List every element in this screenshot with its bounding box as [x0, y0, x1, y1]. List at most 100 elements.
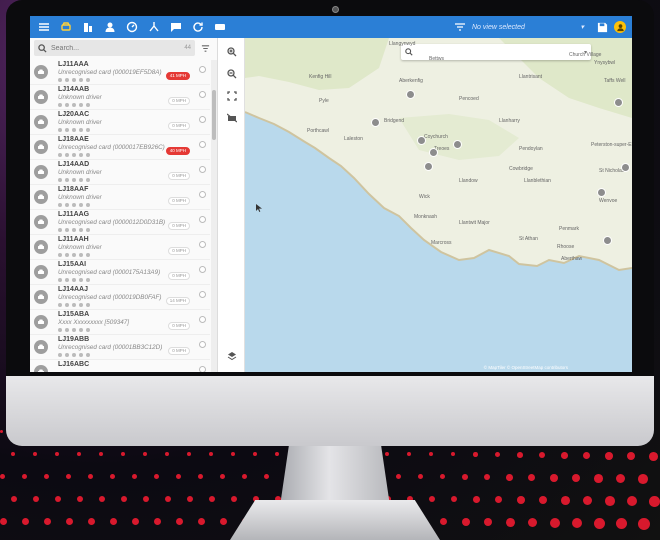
scrollbar-thumb[interactable]	[212, 90, 216, 140]
view-selector-dropdown[interactable]: No view selected ▾	[468, 19, 588, 35]
fit-bounds-button[interactable]	[224, 88, 240, 104]
zoom-out-button[interactable]	[224, 66, 240, 82]
vehicle-list-item[interactable]: LJ18AAF Unknown driver 0 MPH	[30, 185, 210, 210]
vehicle-select-radio[interactable]	[199, 316, 206, 323]
background-dot	[154, 518, 162, 526]
map-place-label: Coychurch	[424, 134, 448, 140]
user-account-icon[interactable]	[614, 21, 626, 33]
vehicle-select-radio[interactable]	[199, 166, 206, 173]
vehicle-list-item[interactable]: LJ11AAG Unrecognised card (0000012D0D31B)…	[30, 210, 210, 235]
background-dot	[165, 452, 170, 457]
background-dot	[121, 452, 126, 457]
background-dot	[462, 518, 470, 526]
vehicle-select-radio[interactable]	[199, 66, 206, 73]
vehicle-search-box[interactable]: 44	[34, 40, 195, 56]
background-dot	[440, 474, 446, 480]
background-dot	[506, 518, 515, 527]
background-dot	[44, 474, 50, 480]
vehicle-list-item[interactable]: LJ14AAB Unknown driver 0 MPH	[30, 85, 210, 110]
zoom-in-button[interactable]	[224, 44, 240, 60]
map-view[interactable]: ▾ Llangynwyd Bettws Church Village Ynysybwl…	[219, 38, 632, 372]
background-dot	[429, 452, 434, 457]
layers-button[interactable]	[224, 348, 240, 364]
vehicle-select-radio[interactable]	[199, 141, 206, 148]
search-icon	[405, 48, 413, 56]
vehicle-list-item[interactable]: LJ20AAC Unknown driver 0 MPH	[30, 110, 210, 135]
background-dot	[0, 518, 8, 526]
map-toolbar	[219, 38, 245, 372]
vehicle-icon[interactable]	[58, 19, 74, 35]
vehicle-map-marker[interactable]	[429, 148, 438, 157]
vehicle-map-marker[interactable]	[603, 236, 612, 245]
vehicle-select-radio[interactable]	[199, 241, 206, 248]
background-dot	[11, 496, 18, 503]
card-icon[interactable]	[212, 19, 228, 35]
ignition-icon	[65, 353, 69, 357]
vehicle-list-scrollbar[interactable]	[211, 60, 217, 372]
vehicle-map-marker[interactable]	[597, 188, 606, 197]
vehicle-select-radio[interactable]	[199, 116, 206, 123]
top-navigation-bar: No view selected ▾	[30, 16, 632, 38]
refresh-icon[interactable]	[190, 19, 206, 35]
vehicle-list-item[interactable]: LJ19ABB Unrecognised card (00001BB3C12D) 0…	[30, 335, 210, 360]
views-filter-icon[interactable]	[452, 19, 468, 35]
vehicle-list-item[interactable]: LJ18AAE Unrecognised card (0000017EB926C)…	[30, 135, 210, 160]
message-icon[interactable]	[168, 19, 184, 35]
building-icon[interactable]	[80, 19, 96, 35]
vehicle-registration: LJ20AAC	[58, 111, 90, 118]
vehicle-map-marker[interactable]	[621, 163, 630, 172]
signal-icon	[72, 303, 76, 307]
vehicle-select-radio[interactable]	[199, 366, 206, 372]
vehicle-list-item[interactable]: LJ15AAI Unrecognised card (0000175A13A9) 0…	[30, 260, 210, 285]
background-dot	[0, 474, 6, 480]
background-dot	[638, 518, 650, 530]
vehicle-select-radio[interactable]	[199, 291, 206, 298]
vehicle-speed-badge: 0 MPH	[168, 347, 190, 355]
gps-icon	[79, 303, 83, 307]
vehicle-map-marker[interactable]	[424, 162, 433, 171]
vehicle-map-marker[interactable]	[453, 140, 462, 149]
mouse-cursor-icon	[256, 204, 262, 212]
vehicle-list-item[interactable]: LJ11AAA Unrecognised card (000019EF5D8A) 4…	[30, 60, 210, 85]
vehicle-select-radio[interactable]	[199, 266, 206, 273]
background-dot	[231, 496, 238, 503]
vehicle-select-radio[interactable]	[199, 341, 206, 348]
vehicle-list-item[interactable]: LJ16ABC	[30, 360, 210, 372]
background-dot	[550, 474, 558, 482]
vehicle-list-item[interactable]: LJ11AAH Unknown driver 0 MPH	[30, 235, 210, 260]
signal-icon	[72, 228, 76, 232]
background-dot	[154, 474, 160, 480]
route-icon[interactable]	[146, 19, 162, 35]
background-dot	[396, 474, 402, 480]
vehicle-status-icons	[58, 77, 90, 83]
filter-icon[interactable]	[201, 44, 213, 53]
background-dot	[407, 452, 412, 457]
ignition-icon	[65, 253, 69, 257]
vehicle-map-marker[interactable]	[371, 118, 380, 127]
hide-vehicles-button[interactable]	[224, 110, 240, 126]
map-place-label: Marcross	[431, 240, 452, 246]
save-icon[interactable]	[594, 19, 610, 35]
vehicle-list-item[interactable]: LJ15ABA Xxxx Xxxxxxxxx [509347] 0 MPH	[30, 310, 210, 335]
signal-icon	[72, 353, 76, 357]
ignition-icon	[65, 278, 69, 282]
vehicle-map-marker[interactable]	[406, 90, 415, 99]
vehicle-status-icons	[58, 302, 90, 308]
background-dot	[517, 496, 525, 504]
vehicle-map-marker[interactable]	[614, 98, 623, 107]
vehicle-select-radio[interactable]	[199, 191, 206, 198]
vehicle-list-item[interactable]: LJ14AAD Unknown driver 0 MPH	[30, 160, 210, 185]
vehicle-list-item[interactable]: LJ14AAJ Unrecognised card (000019DB0FAF) 1…	[30, 285, 210, 310]
menu-icon[interactable]	[36, 19, 52, 35]
background-dot	[649, 496, 660, 507]
vehicle-speed-badge: 0 MPH	[168, 172, 190, 180]
driver-icon[interactable]	[102, 19, 118, 35]
vehicle-registration: LJ14AAJ	[58, 286, 88, 293]
background-dot	[11, 452, 16, 457]
dashboard-icon[interactable]	[124, 19, 140, 35]
vehicle-select-radio[interactable]	[199, 216, 206, 223]
vehicle-avatar-icon	[34, 290, 48, 304]
vehicle-map-marker[interactable]	[417, 136, 426, 145]
vehicle-select-radio[interactable]	[199, 91, 206, 98]
vehicle-search-input[interactable]	[51, 44, 171, 52]
